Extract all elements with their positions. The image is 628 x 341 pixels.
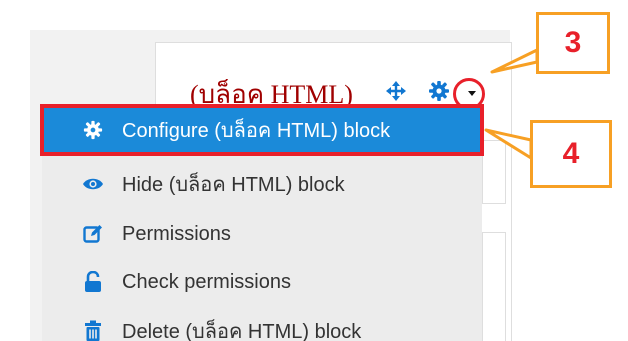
callout-number: 4 xyxy=(562,137,580,170)
menu-item-permissions[interactable]: Permissions xyxy=(42,210,482,258)
actions-menu-toggle[interactable] xyxy=(462,84,482,102)
eye-icon xyxy=(82,173,104,195)
menu-item-configure-block[interactable]: Configure (บล็อค HTML) block xyxy=(40,104,484,156)
callout-step-4: 4 xyxy=(530,120,612,188)
edit-icon xyxy=(82,223,104,245)
menu-item-label: Configure (บล็อค HTML) block xyxy=(122,120,391,142)
menu-item-label: Delete (บล็อค HTML) block xyxy=(122,321,362,341)
trash-icon xyxy=(82,320,104,341)
menu-item-label: Permissions xyxy=(122,222,231,245)
background-box xyxy=(482,232,506,341)
menu-item-label: Hide (บล็อค HTML) block xyxy=(122,174,345,196)
menu-item-delete-block[interactable]: Delete (บล็อค HTML) block xyxy=(42,307,482,341)
menu-item-check-permissions[interactable]: Check permissions xyxy=(42,258,482,306)
gear-icon xyxy=(82,119,104,141)
gear-icon[interactable] xyxy=(428,80,450,102)
menu-item-hide-block[interactable]: Hide (บล็อค HTML) block xyxy=(42,160,482,208)
menu-item-label: Check permissions xyxy=(122,270,291,293)
block-actions-dropdown: Configure (บล็อค HTML) block Hide (บล็อค… xyxy=(40,104,484,341)
callout-step-3: 3 xyxy=(536,12,610,74)
unlock-icon xyxy=(82,271,104,293)
move-icon[interactable] xyxy=(385,80,407,102)
screenshot-canvas: (บล็อค HTML) Configure (บล็อค HTML) bloc… xyxy=(0,0,628,341)
callout-number: 3 xyxy=(564,26,582,59)
background-box xyxy=(482,140,506,204)
